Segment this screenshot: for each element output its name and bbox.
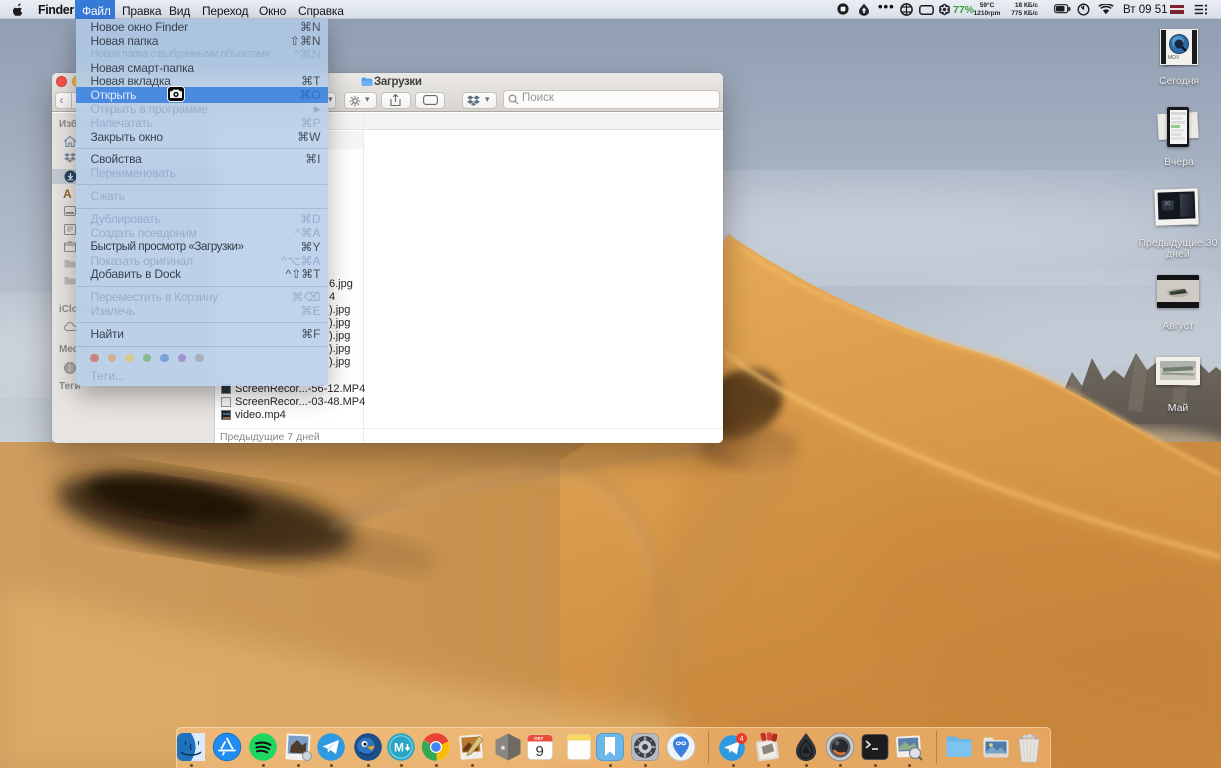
svg-text:ОКТ: ОКТ	[534, 736, 543, 741]
svg-text:4: 4	[740, 736, 744, 743]
svg-text:9: 9	[536, 743, 544, 760]
svg-text:M: M	[394, 741, 404, 755]
